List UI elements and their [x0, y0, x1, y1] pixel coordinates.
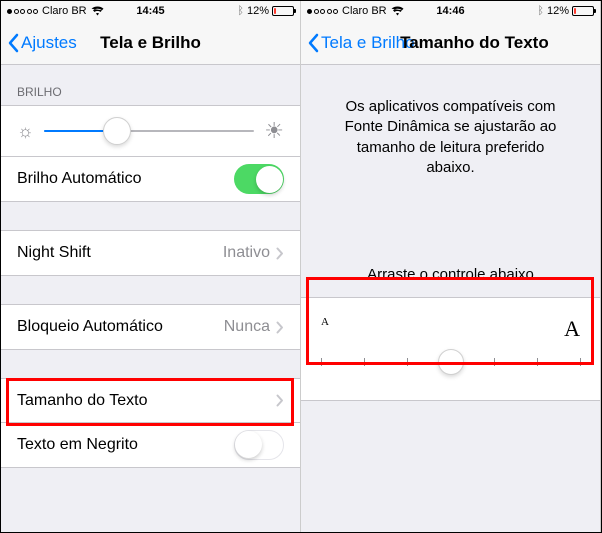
- large-a-label: A: [564, 316, 580, 342]
- battery-icon: [272, 6, 294, 16]
- brightness-slider-cell: ☼ ☀: [1, 106, 300, 157]
- bold-text-label: Texto em Negrito: [17, 436, 234, 454]
- nav-bar: Tela e Brilho Tamanho do Texto: [301, 21, 600, 65]
- chevron-left-icon: [307, 33, 319, 53]
- slider-thumb[interactable]: [103, 117, 131, 145]
- clock-label: 14:46: [436, 5, 464, 17]
- night-shift-value: Inativo: [223, 244, 270, 262]
- page-title: Tela e Brilho: [100, 33, 201, 53]
- auto-lock-label: Bloqueio Automático: [17, 318, 224, 336]
- instruction-text: Arraste o controle abaixo: [301, 266, 600, 283]
- clock-label: 14:45: [136, 5, 164, 17]
- chevron-right-icon: [276, 394, 284, 407]
- text-size-slider[interactable]: [321, 350, 580, 374]
- battery-pct: 12%: [547, 5, 569, 17]
- night-shift-label: Night Shift: [17, 244, 223, 262]
- small-a-label: A: [321, 316, 329, 342]
- wifi-icon: [391, 6, 404, 16]
- carrier-label: Claro BR: [42, 5, 87, 17]
- night-shift-cell[interactable]: Night Shift Inativo: [1, 231, 300, 275]
- text-size-label: Tamanho do Texto: [17, 392, 276, 410]
- section-header-brightness: BRILHO: [1, 65, 300, 105]
- nav-bar: Ajustes Tela e Brilho: [1, 21, 300, 65]
- brightness-high-icon: ☀: [264, 120, 284, 142]
- signal-dots-icon: [7, 9, 38, 14]
- screen-text-size: Claro BR 14:46 ᛒ 12% Tela e Brilho Taman…: [301, 1, 601, 532]
- auto-brightness-label: Brilho Automático: [17, 170, 234, 188]
- auto-brightness-cell: Brilho Automático: [1, 157, 300, 201]
- back-button[interactable]: Tela e Brilho: [301, 33, 415, 53]
- auto-lock-value: Nunca: [224, 318, 270, 336]
- brightness-low-icon: ☼: [17, 122, 34, 140]
- bluetooth-icon: ᛒ: [237, 5, 244, 17]
- bold-text-toggle[interactable]: [234, 430, 284, 460]
- chevron-right-icon: [276, 247, 284, 260]
- chevron-left-icon: [7, 33, 19, 53]
- text-size-control: A A: [301, 297, 600, 401]
- signal-dots-icon: [307, 9, 338, 14]
- screen-display-brightness: Claro BR 14:45 ᛒ 12% Ajustes Tela e Bril…: [1, 1, 301, 532]
- auto-brightness-toggle[interactable]: [234, 164, 284, 194]
- back-button[interactable]: Ajustes: [1, 33, 77, 53]
- bold-text-cell: Texto em Negrito: [1, 423, 300, 467]
- slider-thumb[interactable]: [438, 349, 464, 375]
- battery-pct: 12%: [247, 5, 269, 17]
- auto-lock-cell[interactable]: Bloqueio Automático Nunca: [1, 305, 300, 349]
- back-label: Ajustes: [21, 33, 77, 53]
- battery-icon: [572, 6, 594, 16]
- brightness-slider[interactable]: [44, 130, 255, 132]
- status-bar: Claro BR 14:46 ᛒ 12%: [301, 1, 600, 21]
- text-size-cell[interactable]: Tamanho do Texto: [1, 379, 300, 423]
- carrier-label: Claro BR: [342, 5, 387, 17]
- page-title: Tamanho do Texto: [400, 33, 549, 53]
- wifi-icon: [91, 6, 104, 16]
- description-text: Os aplicativos compatíveis com Fonte Din…: [301, 65, 600, 178]
- bluetooth-icon: ᛒ: [537, 5, 544, 17]
- status-bar: Claro BR 14:45 ᛒ 12%: [1, 1, 300, 21]
- chevron-right-icon: [276, 321, 284, 334]
